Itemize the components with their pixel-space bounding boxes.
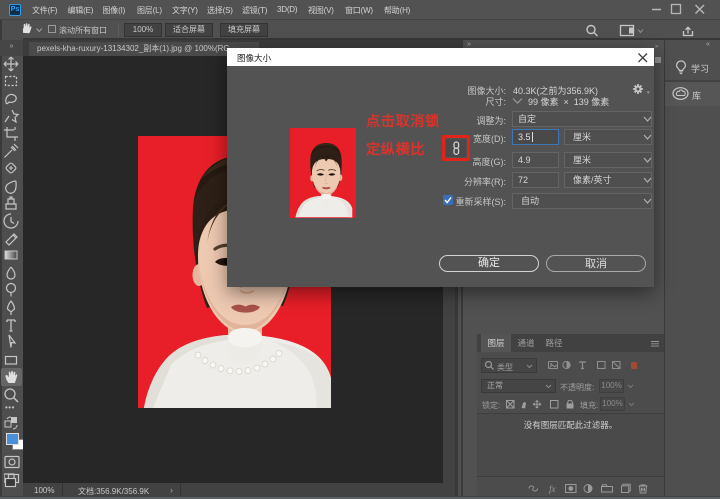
svg-text:fx: fx: [549, 484, 556, 494]
